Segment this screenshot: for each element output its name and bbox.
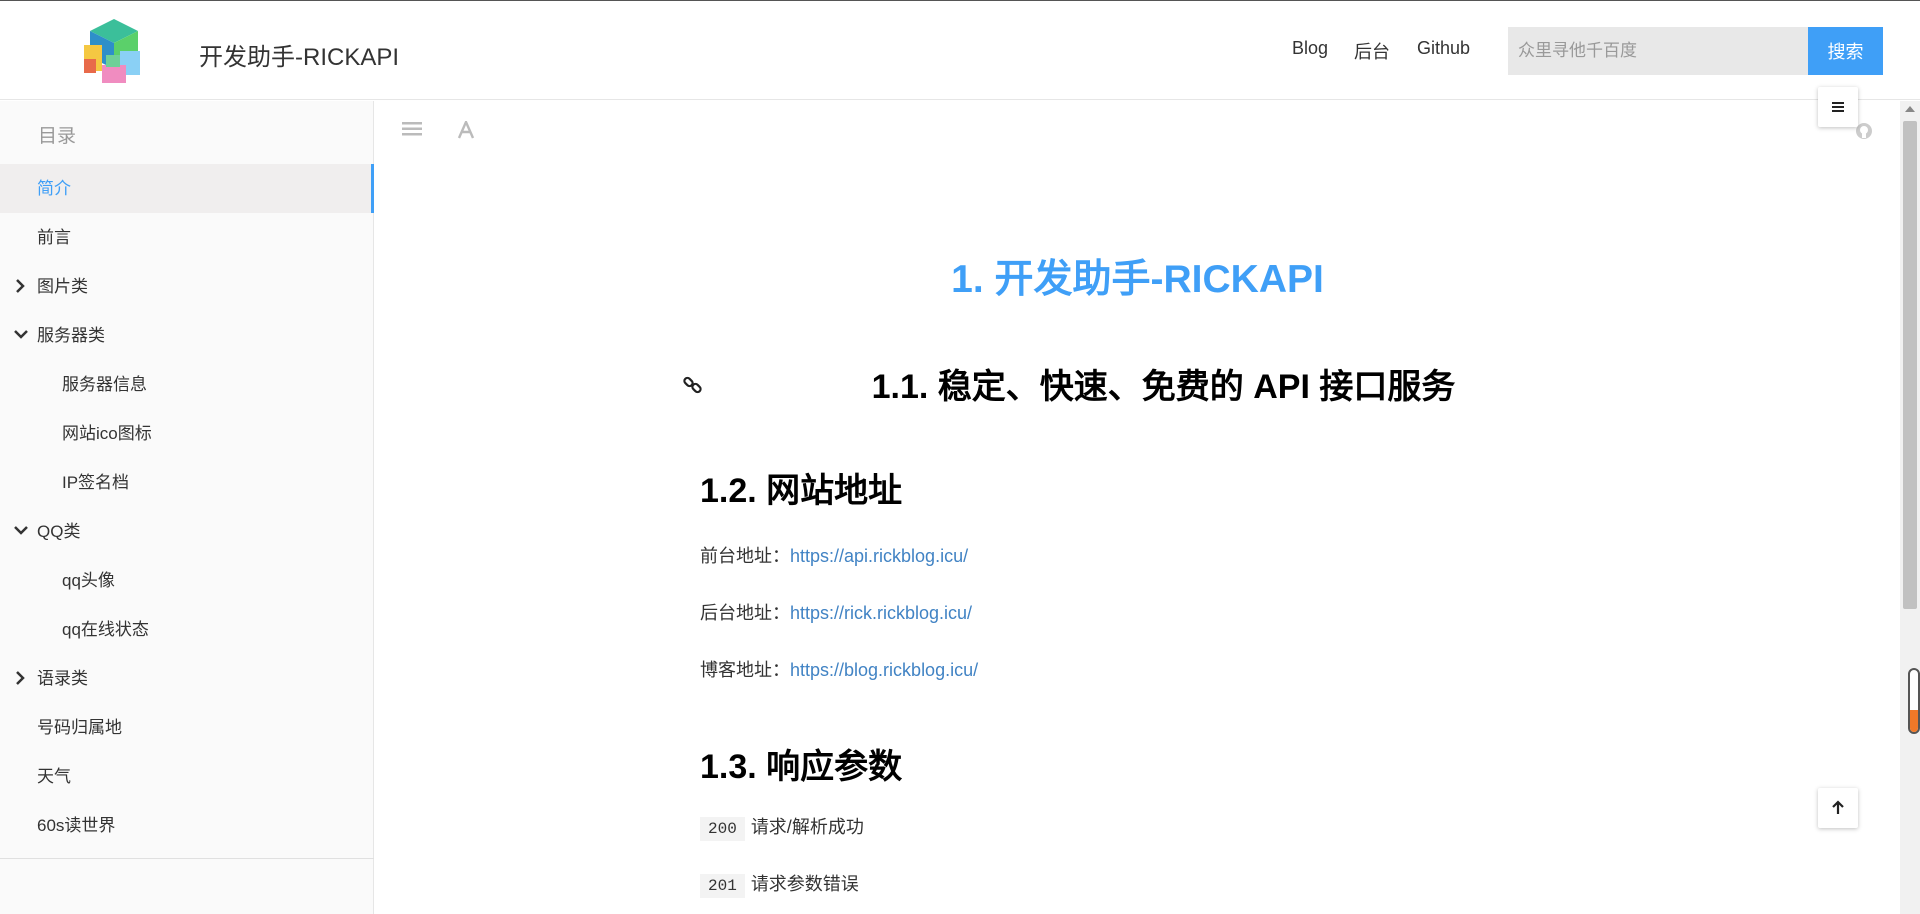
address-blog: 博客地址：https://blog.rickblog.icu/ <box>700 656 978 682</box>
top-header: 开发助手-RICKAPI Blog 后台 Github 搜索 <box>0 0 1920 100</box>
main-content: 1. 开发助手-RICKAPI 1.1. 稳定、快速、免费的 API 接口服务 … <box>375 101 1900 914</box>
toc-item-qq-avatar[interactable]: qq头像 <box>0 556 374 605</box>
address-link[interactable]: https://api.rickblog.icu/ <box>790 546 968 566</box>
toc-item-label: IP签名档 <box>62 473 130 492</box>
heading-response: 1.3. 响应参数 <box>700 748 903 786</box>
address-link[interactable]: https://rick.rickblog.icu/ <box>790 603 972 623</box>
toc-item-weather[interactable]: 天气 <box>0 752 374 801</box>
toc-item-favicon[interactable]: 网站ico图标 <box>0 409 374 458</box>
nav-admin[interactable]: 后台 <box>1354 38 1390 64</box>
toc-item-images[interactable]: 图片类 <box>0 262 374 311</box>
hamburger-menu-button[interactable] <box>1818 87 1858 127</box>
toc-item-server[interactable]: 服务器类 <box>0 311 374 360</box>
status-description: 请求/解析成功 <box>750 817 864 837</box>
chevron-right-icon[interactable] <box>13 262 29 311</box>
heading-service: 1.1. 稳定、快速、免费的 API 接口服务 <box>871 368 1456 406</box>
toc-item-label: 号码归属地 <box>37 718 122 737</box>
toc-item-qq-status[interactable]: qq在线状态 <box>0 605 374 654</box>
chevron-right-icon[interactable] <box>13 654 29 703</box>
status-code: 200 <box>700 817 745 841</box>
volume-fill <box>1910 710 1918 732</box>
hamburger-icon <box>1832 102 1844 112</box>
toc-item-quotes[interactable]: 语录类 <box>0 654 374 703</box>
toc-item-label: qq头像 <box>62 571 115 590</box>
search-input[interactable] <box>1508 27 1808 75</box>
sidebar-divider <box>0 858 374 859</box>
font-icon[interactable] <box>457 119 481 145</box>
toc-item-label: 服务器信息 <box>62 375 147 394</box>
site-logo[interactable] <box>80 15 148 87</box>
toc-item-label: 语录类 <box>37 669 88 688</box>
address-label: 博客地址： <box>700 660 790 680</box>
toc-item-label: 60s读世界 <box>37 816 116 835</box>
address-label: 前台地址： <box>700 546 790 566</box>
menu-lines-icon[interactable] <box>402 121 426 145</box>
arrow-up-icon <box>1832 800 1844 814</box>
toc-item-qq[interactable]: QQ类 <box>0 507 374 556</box>
toc-item-label: 图片类 <box>37 277 88 296</box>
heading-address: 1.2. 网站地址 <box>700 472 903 510</box>
toc-sidebar: 目录 简介 前言 图片类 服务器类 服务器信息 网站ico图标 IP签名档 QQ… <box>0 101 374 914</box>
address-frontend: 前台地址：https://api.rickblog.icu/ <box>700 542 968 568</box>
address-link[interactable]: https://blog.rickblog.icu/ <box>790 660 978 680</box>
toc-item-intro[interactable]: 简介 <box>0 164 374 213</box>
toc-item-label: 网站ico图标 <box>62 424 152 443</box>
nav-blog[interactable]: Blog <box>1292 38 1328 59</box>
response-code-row: 200 请求/解析成功 <box>700 813 864 841</box>
status-description: 请求参数错误 <box>750 874 859 894</box>
toc-item-label: 天气 <box>37 767 71 786</box>
toc-item-phone[interactable]: 号码归属地 <box>0 703 374 752</box>
search-button[interactable]: 搜索 <box>1808 27 1883 75</box>
chevron-down-icon[interactable] <box>13 507 29 556</box>
toc-item-label: QQ类 <box>37 522 81 541</box>
toc-item-ip-sign[interactable]: IP签名档 <box>0 458 374 507</box>
chevron-down-icon[interactable] <box>13 311 29 360</box>
toc-item-server-info[interactable]: 服务器信息 <box>0 360 374 409</box>
toc-item-label: 服务器类 <box>37 326 105 345</box>
scroll-thumb[interactable] <box>1903 121 1917 609</box>
scrollbar[interactable] <box>1900 101 1920 914</box>
toc-item-label: 简介 <box>37 179 71 198</box>
address-label: 后台地址： <box>700 603 790 623</box>
scroll-up-arrow[interactable] <box>1905 106 1915 112</box>
toc-title: 目录 <box>38 126 77 147</box>
status-code: 201 <box>700 874 745 898</box>
nav-github[interactable]: Github <box>1417 38 1470 59</box>
toc-list: 简介 前言 图片类 服务器类 服务器信息 网站ico图标 IP签名档 QQ类 q… <box>0 164 374 850</box>
toc-item-preface[interactable]: 前言 <box>0 213 374 262</box>
site-title[interactable]: 开发助手-RICKAPI <box>199 37 399 72</box>
toc-item-label: qq在线状态 <box>62 620 149 639</box>
back-to-top-button[interactable] <box>1818 788 1858 828</box>
toc-item-label: 前言 <box>37 228 71 247</box>
volume-indicator <box>1908 668 1920 734</box>
response-code-row: 201 请求参数错误 <box>700 870 859 898</box>
toc-item-60s[interactable]: 60s读世界 <box>0 801 374 850</box>
address-backend: 后台地址：https://rick.rickblog.icu/ <box>700 599 972 625</box>
page-title: 1. 开发助手-RICKAPI <box>951 258 1324 301</box>
